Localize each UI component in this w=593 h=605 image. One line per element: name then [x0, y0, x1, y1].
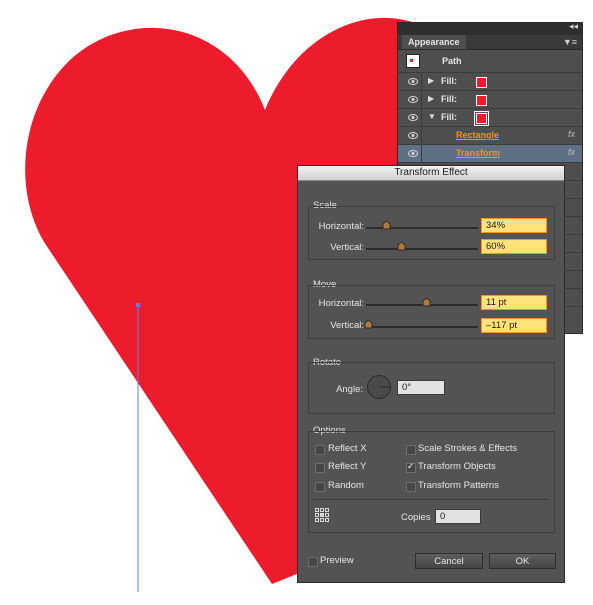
scale-vertical-slider-track[interactable]	[366, 248, 478, 250]
expand-icon[interactable]: ▶	[428, 94, 434, 103]
reflect-y-checkbox[interactable]	[315, 463, 325, 473]
move-vertical-slider-track[interactable]	[366, 326, 478, 328]
fx-icon: fx	[567, 147, 575, 157]
dialog-title[interactable]: Transform Effect	[298, 166, 564, 181]
transform-objects-checkbox[interactable]: ✓	[406, 461, 416, 473]
copies-label: Copies	[401, 512, 431, 523]
panel-titlebar[interactable]: ◂◂	[398, 21, 582, 35]
checkmark-icon: ✓	[407, 461, 415, 471]
move-vertical-input[interactable]: –117 pt	[481, 318, 547, 333]
effect-link[interactable]: Rectangle	[456, 130, 499, 140]
angle-input[interactable]: 0°	[397, 380, 445, 395]
reflect-x-label: Reflect X	[328, 443, 367, 454]
object-row[interactable]: Path	[398, 51, 582, 73]
transform-effect-dialog: Transform Effect Scale Horizontal: 34% V…	[297, 165, 565, 583]
collapse-icon[interactable]: ▼	[428, 112, 436, 121]
scale-strokes-checkbox[interactable]	[406, 445, 416, 455]
options-divider	[313, 499, 549, 500]
fill-label: Fill:	[441, 76, 457, 86]
random-label: Random	[328, 480, 364, 491]
reflect-y-label: Reflect Y	[328, 461, 367, 472]
move-horizontal-slider-thumb[interactable]	[422, 298, 431, 307]
move-horizontal-input[interactable]: 11 pt	[481, 295, 547, 310]
fill-row-2[interactable]: ▶ Fill:	[398, 91, 582, 109]
eye-icon[interactable]	[408, 114, 418, 121]
tab-appearance[interactable]: Appearance	[402, 35, 466, 49]
reflect-x-checkbox[interactable]	[315, 445, 325, 455]
fill-swatch[interactable]	[476, 77, 487, 88]
move-vertical-label: Vertical:	[330, 320, 364, 331]
collapse-icon[interactable]: ◂◂	[569, 21, 578, 32]
preview-checkbox[interactable]	[308, 557, 318, 567]
scale-strokes-label: Scale Strokes & Effects	[418, 443, 518, 454]
transform-patterns-label: Transform Patterns	[418, 480, 499, 491]
fill-swatch[interactable]	[474, 111, 489, 126]
thumbnail-icon	[406, 54, 420, 68]
fill-row-3[interactable]: ▼ Fill:	[398, 109, 582, 127]
move-vertical-slider-thumb[interactable]	[364, 320, 373, 329]
fill-row-1[interactable]: ▶ Fill:	[398, 73, 582, 91]
reference-point-icon[interactable]	[315, 508, 330, 523]
preview-label: Preview	[320, 555, 354, 566]
transform-objects-label: Transform Objects	[418, 461, 496, 472]
scale-vertical-slider-thumb[interactable]	[397, 242, 406, 251]
angle-label: Angle:	[336, 384, 363, 395]
scale-vertical-input[interactable]: 60%	[481, 239, 547, 254]
copies-input[interactable]: 0	[435, 509, 481, 524]
effect-row-rectangle[interactable]: Rectangle fx	[398, 127, 582, 145]
transform-patterns-checkbox[interactable]	[406, 482, 416, 492]
scale-vertical-label: Vertical:	[330, 242, 364, 253]
eye-icon[interactable]	[408, 96, 418, 103]
move-horizontal-label: Horizontal:	[318, 298, 364, 309]
ok-button[interactable]: OK	[489, 553, 556, 569]
cancel-button[interactable]: Cancel	[415, 553, 483, 569]
anchor-point[interactable]	[136, 303, 140, 307]
effect-link[interactable]: Transform	[456, 148, 500, 158]
eye-icon[interactable]	[408, 150, 418, 157]
random-checkbox[interactable]	[315, 482, 325, 492]
angle-dial-icon[interactable]	[366, 374, 392, 400]
object-label: Path	[442, 56, 462, 66]
expand-icon[interactable]: ▶	[428, 76, 434, 85]
scale-horizontal-input[interactable]: 34%	[481, 218, 547, 233]
fx-icon: fx	[567, 129, 575, 139]
eye-icon[interactable]	[408, 78, 418, 85]
eye-icon[interactable]	[408, 132, 418, 139]
fill-label: Fill:	[441, 112, 457, 122]
effect-row-transform[interactable]: Transform fx	[398, 145, 582, 163]
scale-horizontal-label: Horizontal:	[318, 221, 364, 232]
panel-menu-icon[interactable]: ▼≡	[563, 37, 577, 47]
panel-tabbar: Appearance ▼≡	[398, 35, 582, 50]
scale-horizontal-slider-thumb[interactable]	[382, 221, 391, 230]
fill-label: Fill:	[441, 94, 457, 104]
fill-swatch[interactable]	[476, 95, 487, 106]
